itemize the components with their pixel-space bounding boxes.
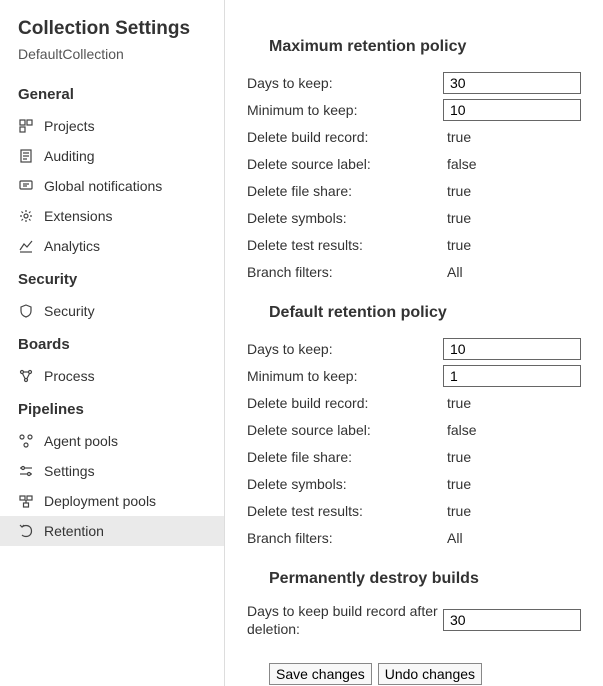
nav-label: Settings bbox=[44, 463, 95, 479]
nav-analytics[interactable]: Analytics bbox=[0, 231, 224, 261]
nav-process[interactable]: Process bbox=[0, 361, 224, 391]
max-del-symbols-label: Delete symbols: bbox=[247, 210, 447, 226]
save-button[interactable]: Save changes bbox=[269, 663, 372, 685]
collection-name: DefaultCollection bbox=[0, 42, 224, 76]
nav-global-notifications[interactable]: Global notifications bbox=[0, 171, 224, 201]
def-del-fileshare-label: Delete file share: bbox=[247, 449, 447, 465]
def-del-build-label: Delete build record: bbox=[247, 395, 447, 411]
button-row: Save changes Undo changes bbox=[247, 639, 581, 686]
max-days-input[interactable] bbox=[443, 72, 581, 94]
max-min-input[interactable] bbox=[443, 99, 581, 121]
nav-label: Analytics bbox=[44, 238, 100, 254]
def-del-symbols-value: true bbox=[447, 476, 471, 492]
def-del-tests-value: true bbox=[447, 503, 471, 519]
def-del-build-value: true bbox=[447, 395, 471, 411]
auditing-icon bbox=[18, 148, 34, 164]
section-general: General bbox=[0, 76, 224, 111]
nav-retention[interactable]: Retention bbox=[0, 516, 224, 546]
destroy-days-input[interactable] bbox=[443, 609, 581, 631]
destroy-days-label: Days to keep build record after deletion… bbox=[247, 602, 443, 638]
nav-settings[interactable]: Settings bbox=[0, 456, 224, 486]
def-del-fileshare-value: true bbox=[447, 449, 471, 465]
nav-security[interactable]: Security bbox=[0, 296, 224, 326]
max-del-build-label: Delete build record: bbox=[247, 129, 447, 145]
nav-label: Agent pools bbox=[44, 433, 118, 449]
def-min-input[interactable] bbox=[443, 365, 581, 387]
nav-extensions[interactable]: Extensions bbox=[0, 201, 224, 231]
page-title: Collection Settings bbox=[0, 18, 224, 42]
undo-button[interactable]: Undo changes bbox=[378, 663, 482, 685]
section-pipelines: Pipelines bbox=[0, 391, 224, 426]
deployment-pools-icon bbox=[18, 493, 34, 509]
analytics-icon bbox=[18, 238, 34, 254]
sidebar: Collection Settings DefaultCollection Ge… bbox=[0, 0, 225, 686]
def-del-source-value: false bbox=[447, 422, 477, 438]
max-del-build-value: true bbox=[447, 129, 471, 145]
max-del-source-label: Delete source label: bbox=[247, 156, 447, 172]
def-min-label: Minimum to keep: bbox=[247, 368, 443, 384]
max-del-symbols-value: true bbox=[447, 210, 471, 226]
projects-icon bbox=[18, 118, 34, 134]
max-del-fileshare-value: true bbox=[447, 183, 471, 199]
def-days-label: Days to keep: bbox=[247, 341, 443, 357]
def-branch-value: All bbox=[447, 530, 463, 546]
max-branch-value: All bbox=[447, 264, 463, 280]
destroy-title: Permanently destroy builds bbox=[247, 552, 581, 602]
nav-deployment-pools[interactable]: Deployment pools bbox=[0, 486, 224, 516]
nav-label: Retention bbox=[44, 523, 104, 539]
def-del-source-label: Delete source label: bbox=[247, 422, 447, 438]
nav-label: Security bbox=[44, 303, 95, 319]
nav-label: Projects bbox=[44, 118, 95, 134]
max-policy-title: Maximum retention policy bbox=[247, 20, 581, 70]
def-days-input[interactable] bbox=[443, 338, 581, 360]
nav-label: Process bbox=[44, 368, 95, 384]
nav-label: Deployment pools bbox=[44, 493, 156, 509]
process-icon bbox=[18, 368, 34, 384]
def-del-symbols-label: Delete symbols: bbox=[247, 476, 447, 492]
main-content: Maximum retention policy Days to keep: M… bbox=[225, 0, 603, 686]
section-boards: Boards bbox=[0, 326, 224, 361]
max-del-source-value: false bbox=[447, 156, 477, 172]
nav-label: Auditing bbox=[44, 148, 95, 164]
retention-icon bbox=[18, 523, 34, 539]
def-branch-label: Branch filters: bbox=[247, 530, 447, 546]
section-security: Security bbox=[0, 261, 224, 296]
max-days-label: Days to keep: bbox=[247, 75, 443, 91]
nav-projects[interactable]: Projects bbox=[0, 111, 224, 141]
notifications-icon bbox=[18, 178, 34, 194]
def-del-tests-label: Delete test results: bbox=[247, 503, 447, 519]
nav-agent-pools[interactable]: Agent pools bbox=[0, 426, 224, 456]
max-del-tests-label: Delete test results: bbox=[247, 237, 447, 253]
max-del-tests-value: true bbox=[447, 237, 471, 253]
max-branch-label: Branch filters: bbox=[247, 264, 447, 280]
nav-label: Extensions bbox=[44, 208, 112, 224]
default-policy-title: Default retention policy bbox=[247, 286, 581, 336]
nav-auditing[interactable]: Auditing bbox=[0, 141, 224, 171]
shield-icon bbox=[18, 303, 34, 319]
max-del-fileshare-label: Delete file share: bbox=[247, 183, 447, 199]
settings-icon bbox=[18, 463, 34, 479]
max-min-label: Minimum to keep: bbox=[247, 102, 443, 118]
agent-pools-icon bbox=[18, 433, 34, 449]
nav-label: Global notifications bbox=[44, 178, 162, 194]
extensions-icon bbox=[18, 208, 34, 224]
